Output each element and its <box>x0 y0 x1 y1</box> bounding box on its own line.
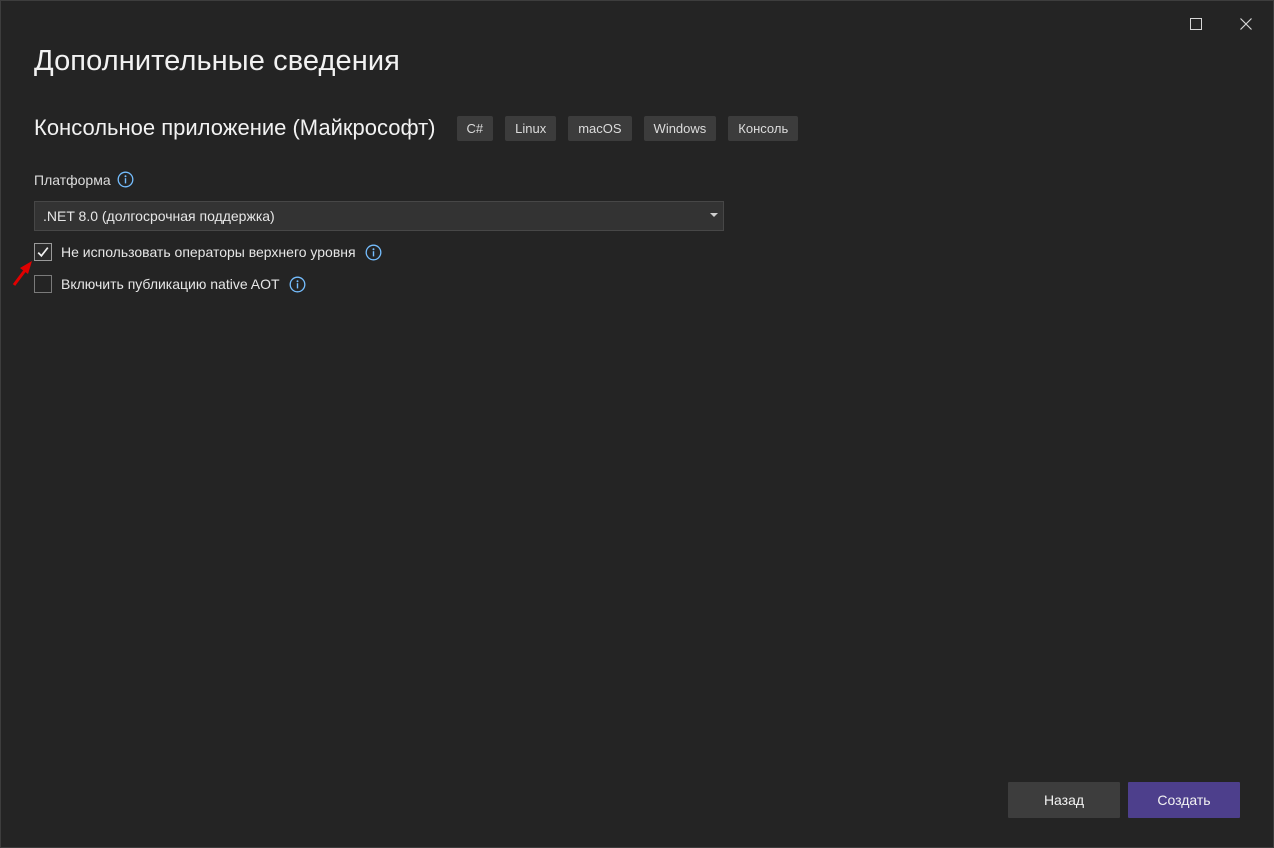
checkmark-icon <box>37 247 49 258</box>
template-name: Консольное приложение (Майкрософт) <box>34 115 436 140</box>
info-icon[interactable] <box>117 171 134 188</box>
platform-select[interactable]: .NET 8.0 (долгосрочная поддержка) <box>34 201 724 231</box>
annotation-arrow-icon <box>12 261 32 286</box>
tag-linux: Linux <box>505 115 557 141</box>
platform-label: Платформа <box>34 171 111 188</box>
top-level-statements-label: Не использовать операторы верхнего уровн… <box>61 244 356 260</box>
template-header: Консольное приложение (Майкрософт) C# Li… <box>34 115 810 141</box>
info-icon[interactable] <box>289 276 306 293</box>
page-title: Дополнительные сведения <box>34 45 400 77</box>
info-icon[interactable] <box>365 244 382 261</box>
create-button[interactable]: Создать <box>1128 782 1240 818</box>
tag-windows: Windows <box>643 115 717 141</box>
platform-label-row: Платформа <box>34 171 134 188</box>
top-level-statements-checkbox[interactable] <box>34 243 52 261</box>
platform-select-value: .NET 8.0 (долгосрочная поддержка) <box>43 208 275 224</box>
maximize-icon <box>1190 18 1202 30</box>
tag-language: C# <box>456 115 494 141</box>
back-button[interactable]: Назад <box>1008 782 1120 818</box>
maximize-button[interactable] <box>1183 11 1209 37</box>
close-icon <box>1240 18 1252 30</box>
option-top-level-statements: Не использовать операторы верхнего уровн… <box>34 243 382 261</box>
native-aot-checkbox[interactable] <box>34 275 52 293</box>
tag-console: Консоль <box>728 115 799 141</box>
chevron-down-icon <box>710 213 718 217</box>
close-button[interactable] <box>1233 11 1259 37</box>
tag-macos: macOS <box>568 115 632 141</box>
dialog-window: Дополнительные сведения Консольное прило… <box>0 0 1274 848</box>
option-native-aot: Включить публикацию native AOT <box>34 275 306 293</box>
native-aot-label: Включить публикацию native AOT <box>61 276 280 292</box>
